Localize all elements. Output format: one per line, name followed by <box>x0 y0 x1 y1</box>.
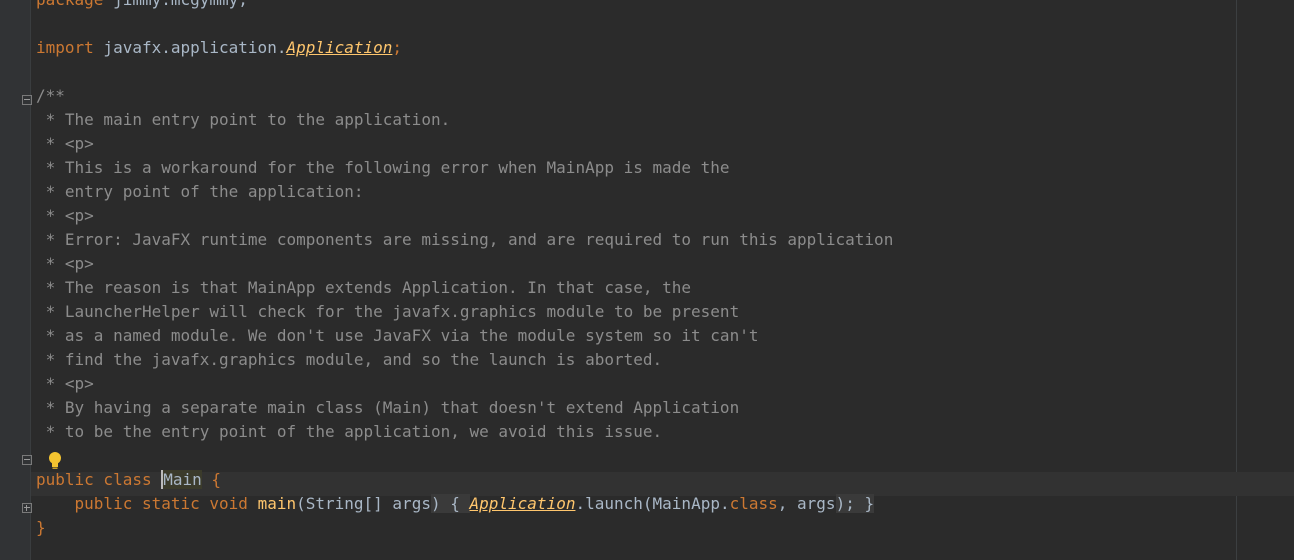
doc-comment-line: * Error: JavaFX runtime components are m… <box>36 230 894 249</box>
doc-comment-line: * find the javafx.graphics module, and s… <box>36 350 663 369</box>
folded-body-close[interactable]: } <box>854 494 875 513</box>
editor-gutter[interactable] <box>0 0 30 560</box>
params-open: (String[] <box>296 494 393 513</box>
method-name[interactable]: main <box>258 494 297 513</box>
fold-icon[interactable] <box>22 95 32 105</box>
comma: , <box>777 494 798 513</box>
class-name[interactable]: Main <box>161 470 202 489</box>
import-path: javafx.application. <box>93 38 287 57</box>
keyword: public static void <box>36 494 258 513</box>
call-rest: .launch(MainApp. <box>575 494 730 513</box>
code-line: import javafx.application.Application; <box>36 36 1294 60</box>
brace: { <box>201 470 222 489</box>
class-link[interactable]: Application <box>470 494 576 513</box>
folded-body-open[interactable]: { <box>440 494 470 513</box>
keyword: public class <box>36 470 162 489</box>
doc-comment-line: * The reason is that MainApp extends App… <box>36 278 692 297</box>
doc-comment-line: /** <box>36 86 65 105</box>
code-line: package jimmy.mcgymmy; <box>36 0 1294 12</box>
doc-comment-line: * This is a workaround for the following… <box>36 158 730 177</box>
keyword: import <box>36 38 94 57</box>
call-end: ); <box>835 494 855 513</box>
doc-comment-line: * to be the entry point of the applicati… <box>36 422 663 441</box>
class-link[interactable]: Application <box>286 38 392 57</box>
code-line: public class Main { <box>36 468 1294 492</box>
doc-comment-line: * <p> <box>36 254 94 273</box>
param-args: args <box>392 494 431 513</box>
doc-comment-line: * entry point of the application: <box>36 182 364 201</box>
closing-brace: } <box>36 518 46 537</box>
keyword: class <box>729 494 778 513</box>
semicolon: ; <box>392 38 403 57</box>
doc-comment-line: * <p> <box>36 134 94 153</box>
fold-icon[interactable] <box>22 503 32 513</box>
package-name: jimmy.mcgymmy; <box>103 0 248 9</box>
doc-comment-line: * as a named module. We don't use JavaFX… <box>36 326 759 345</box>
doc-comment-line: * The main entry point to the applicatio… <box>36 110 451 129</box>
code-line: public static void main(String[] args) {… <box>36 492 1294 516</box>
doc-comment-line: * By having a separate main class (Main)… <box>36 398 740 417</box>
doc-comment-line: * <p> <box>36 206 94 225</box>
params-close: ) <box>430 494 441 513</box>
keyword: package <box>36 0 103 9</box>
code-editor[interactable]: package jimmy.mcgymmy; import javafx.app… <box>36 0 1294 540</box>
param-args: args <box>797 494 836 513</box>
doc-comment-line: * LauncherHelper will check for the java… <box>36 302 740 321</box>
fold-icon[interactable] <box>22 455 32 465</box>
doc-comment-line: * <p> <box>36 374 94 393</box>
